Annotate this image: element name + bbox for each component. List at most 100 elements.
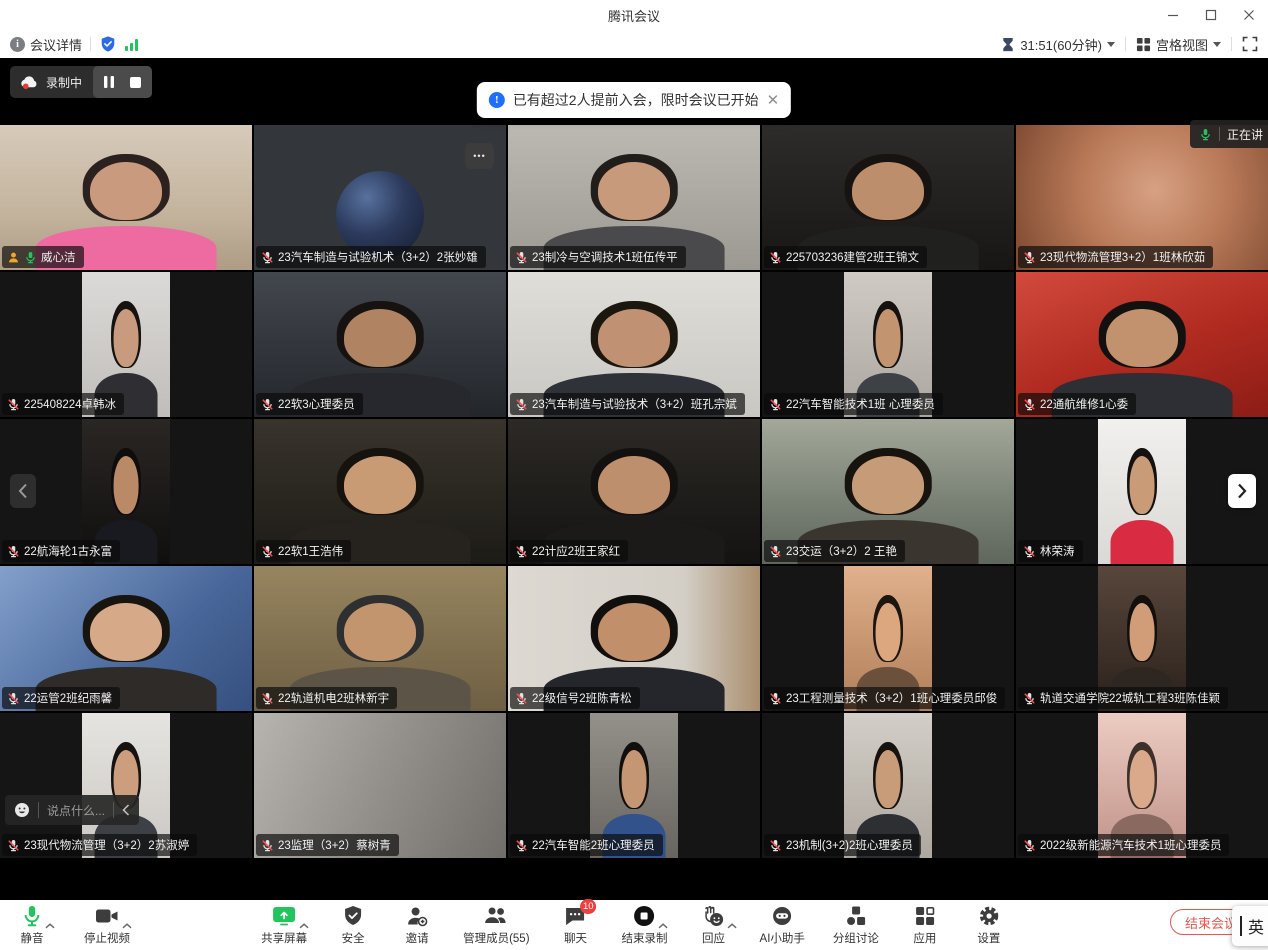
window-title: 腾讯会议 [608,6,660,25]
participant-tile[interactable]: 23工程测量技术（3+2）1班心理委员邱俊 [762,566,1014,711]
maximize-button[interactable] [1192,0,1230,30]
participant-name-label: 23监理（3+2）蔡树青 [256,834,399,856]
manage-members-button[interactable]: 管理成员(55) [463,904,529,946]
breakout-rooms-button[interactable]: 分组讨论 [833,904,879,946]
chevron-up-icon[interactable] [728,916,738,934]
video-grid: 威心洁 ••• 23汽车制造与试验机术（3+2）2张妙雄 23制冷与空调技术1班伍传平… [0,125,1268,858]
participant-name: 23现代物流管理3+2）1班林欣茹 [1040,249,1205,265]
participant-tile[interactable]: 23汽车制造与试验技术（3+2）班孔宗斌 [508,272,760,417]
participant-name-label: 225408224卓韩冰 [2,393,124,415]
participant-tile[interactable]: 23现代物流管理（3+2）2苏淑婷 [0,713,252,858]
next-page-button[interactable] [1228,474,1256,508]
participant-tile[interactable]: 22航海轮1古永富 [0,419,252,564]
mic-muted-icon [769,398,782,411]
tile-more-button[interactable]: ••• [465,143,494,169]
participant-tile[interactable]: 23交运（3+2）2 王艳 [762,419,1014,564]
mic-muted-icon [7,839,20,852]
security-button[interactable]: 安全 [335,904,371,946]
manage-members-label: 管理成员(55) [463,930,529,946]
participant-tile[interactable]: 225703236建管2班王锦文 [762,125,1014,270]
participant-tile[interactable]: 22轨道机电2班林新宇 [254,566,506,711]
minimize-button[interactable] [1154,0,1192,30]
participant-tile[interactable]: ••• 23汽车制造与试验机术（3+2）2张妙雄 [254,125,506,270]
window-controls [1154,0,1268,30]
settings-button[interactable]: 设置 [971,904,1007,946]
apps-grid-icon [914,905,936,927]
participant-tile[interactable]: 22计应2班王家红 [508,419,760,564]
maximize-icon [1205,9,1217,21]
participant-name: 22轨道机电2班林新宇 [278,690,389,706]
participant-tile[interactable]: 23机制(3+2)2班心理委员 [762,713,1014,858]
participant-tile[interactable]: 22软1王浩伟 [254,419,506,564]
meeting-details-button[interactable]: i 会议详情 [10,35,82,54]
fullscreen-icon[interactable] [1242,36,1258,52]
mic-muted-icon [515,839,528,852]
mic-muted-icon [261,251,274,264]
chat-input-placeholder[interactable]: 说点什么... [47,802,105,819]
emoji-icon[interactable] [14,802,30,818]
participant-tile[interactable]: 22汽车智能技术1班 心理委员 [762,272,1014,417]
divider [113,802,114,818]
participant-tile[interactable]: 22汽车智能2班心理委员 [508,713,760,858]
participant-name-label: 23汽车制造与试验技术（3+2）班孔宗斌 [510,393,745,415]
breakout-rooms-label: 分组讨论 [833,930,879,946]
mic-on-icon [1199,128,1212,141]
chevron-up-icon[interactable] [659,916,669,934]
participant-tile[interactable]: 23制冷与空调技术1班伍传平 [508,125,760,270]
pause-icon [103,75,115,89]
participant-tile[interactable]: 22通航维修1心委 [1016,272,1268,417]
participant-name-label: 23交运（3+2）2 王艳 [764,540,905,562]
gear-icon [978,905,1000,927]
ai-assistant-button[interactable]: AI小助手 [760,904,805,946]
participant-tile[interactable]: 轨道交通学院22城轨工程3班陈佳颖 [1016,566,1268,711]
participant-name: 22计应2班王家红 [532,543,620,559]
chevron-up-icon[interactable] [122,916,132,934]
participant-name-label: 23机制(3+2)2班心理委员 [764,834,921,856]
participant-name: 23工程测量技术（3+2）1班心理委员邱俊 [786,690,997,706]
participant-name: 22航海轮1古永富 [24,543,112,559]
mute-button[interactable]: 静音 [14,904,50,946]
chat-label: 聊天 [564,930,587,946]
reactions-label: 回应 [702,930,725,946]
participant-name-label: 22通航维修1心委 [1018,393,1136,415]
participant-name-label: 23制冷与空调技术1班伍传平 [510,246,686,268]
mini-chat-bar[interactable]: 说点什么... [5,795,139,825]
view-mode-button[interactable]: 宫格视图 [1136,35,1221,54]
participant-tile[interactable]: 22运管2班纪雨馨 [0,566,252,711]
participant-name: 23汽车制造与试验机术（3+2）2张妙雄 [278,249,478,265]
security-shield-icon[interactable] [99,35,117,53]
participant-name: 22汽车智能2班心理委员 [532,837,655,853]
participant-name: 23机制(3+2)2班心理委员 [786,837,913,853]
chevron-up-icon[interactable] [45,916,55,934]
mic-muted-icon [515,251,528,264]
participant-tile[interactable]: 23监理（3+2）蔡树青 [254,713,506,858]
collapse-chevron-left-icon[interactable] [122,804,130,816]
chat-button[interactable]: 10 聊天 [558,904,594,946]
mic-muted-icon [515,545,528,558]
stop-recording-button[interactable] [129,76,142,89]
share-screen-button[interactable]: 共享屏幕 [261,904,307,946]
participant-tile[interactable]: 22软3心理委员 [254,272,506,417]
invite-button[interactable]: 管理成员(55) 邀请 [399,904,435,946]
network-signal-icon[interactable] [125,38,138,51]
participant-name: 23汽车制造与试验技术（3+2）班孔宗斌 [532,396,737,412]
banner-close-icon[interactable]: ✕ [767,93,780,108]
reactions-button[interactable]: 回应 [696,904,732,946]
pause-recording-button[interactable] [103,75,115,89]
stop-video-button[interactable]: 停止视频 [84,904,130,946]
close-button[interactable] [1230,0,1268,30]
apps-button[interactable]: 应用 [907,904,943,946]
participant-tile[interactable]: 威心洁 [0,125,252,270]
meeting-timer[interactable]: 31:51(60分钟) [1001,35,1115,54]
participant-tile[interactable]: 225408224卓韩冰 [0,272,252,417]
previous-page-button[interactable] [10,474,36,508]
participant-tile[interactable]: 2022级新能源汽车技术1班心理委员 [1016,713,1268,858]
mic-muted-icon [7,692,20,705]
chevron-up-icon[interactable] [299,916,309,934]
stop-record-button[interactable]: 结束录制 [622,904,668,946]
participant-tile[interactable]: 22级信号2班陈青松 [508,566,760,711]
grid-view-icon [1136,37,1151,52]
mic-muted-icon [7,398,20,411]
mic-muted-icon [515,398,528,411]
info-icon: i [10,37,25,52]
